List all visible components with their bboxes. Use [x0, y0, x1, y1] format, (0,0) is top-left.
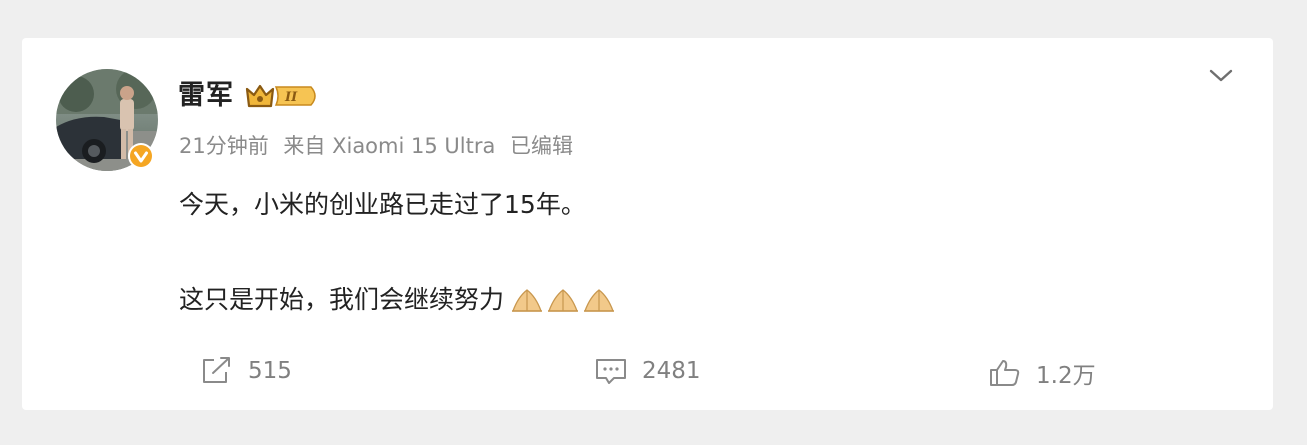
repost-button[interactable]: 515	[200, 356, 292, 386]
verified-badge-icon	[128, 143, 154, 169]
post-meta: 21分钟前 来自 Xiaomi 15 Ultra 已编辑	[179, 131, 581, 161]
comment-icon	[596, 359, 626, 384]
vip-level-text: II	[284, 90, 298, 105]
folded-hands-emoji-icon	[584, 289, 615, 312]
chevron-down-icon[interactable]	[1208, 66, 1234, 86]
emoji-group	[510, 285, 618, 315]
post-card: 雷军 II 21分钟前 来自 Xiaomi 15 Ultra 已编辑 今天，小米…	[22, 38, 1273, 410]
edited-label[interactable]: 已编辑	[510, 134, 573, 158]
post-text-line-2-text: 这只是开始，我们会继续努力	[179, 285, 505, 314]
post-source: 来自 Xiaomi 15 Ultra	[283, 134, 496, 158]
repost-count: 515	[248, 358, 292, 384]
like-count: 1.2万	[1036, 363, 1096, 389]
thumbs-up-icon	[990, 360, 1020, 386]
comment-button[interactable]: 2481	[594, 356, 701, 386]
comment-count: 2481	[642, 358, 701, 384]
post-text-line-2: 这只是开始，我们会继续努力	[179, 283, 618, 317]
folded-hands-emoji-icon	[512, 289, 543, 312]
post-time[interactable]: 21分钟前	[179, 134, 269, 158]
folded-hands-emoji-icon	[548, 289, 579, 312]
like-button[interactable]: 1.2万	[988, 356, 1096, 390]
repost-icon	[203, 357, 230, 383]
author-name[interactable]: 雷军	[178, 78, 234, 114]
post-text-line-1: 今天，小米的创业路已走过了15年。	[179, 190, 586, 219]
vip-crown-icon[interactable]: II	[245, 82, 321, 110]
